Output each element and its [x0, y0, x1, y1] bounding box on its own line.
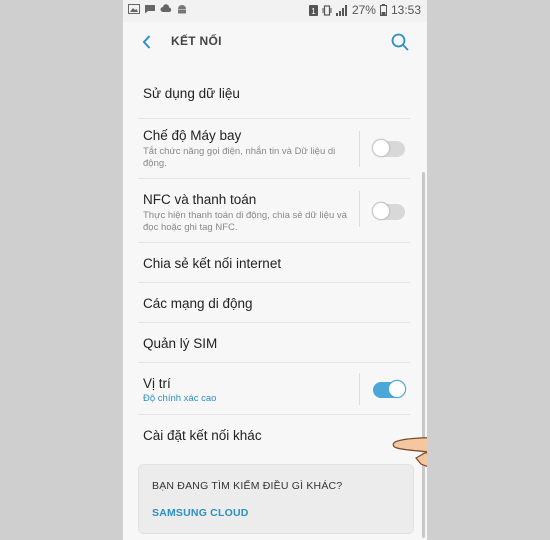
location-toggle[interactable] [373, 380, 406, 398]
samsung-cloud-link[interactable]: SAMSUNG CLOUD [152, 507, 249, 519]
item-label: Quản lý SIM [143, 336, 218, 351]
item-label: Các mạng di động [143, 296, 253, 311]
item-label: Sử dụng dữ liệu [143, 86, 240, 101]
data-icon: 1 [308, 4, 318, 16]
app-bar: KẾT NỐI [123, 22, 427, 62]
image-icon [128, 4, 140, 14]
list-item-mobile-networks[interactable]: Các mạng di động [123, 283, 427, 323]
list-item-more-connection-settings[interactable]: Cài đặt kết nối khác [123, 415, 427, 455]
item-subtitle: Độ chính xác cao [143, 393, 217, 404]
toggle-knob [372, 202, 390, 220]
vibrate-icon [322, 4, 332, 16]
chat-icon [145, 5, 155, 14]
toggle-knob [388, 380, 406, 398]
android-icon [178, 5, 186, 14]
vertical-separator [359, 131, 360, 167]
pointing-hand-icon [392, 437, 427, 468]
page-title: KẾT NỐI [171, 34, 222, 48]
status-left-icons [128, 4, 188, 14]
phone-screen: 1 27% 13:53 KẾT NỐI Sử dụng dữ liệu Chế … [123, 0, 427, 540]
item-subtitle: Tắt chức năng gọi điện, nhắn tin và Dữ l… [143, 146, 336, 169]
suggestion-card: BẠN ĐANG TÌM KIẾM ĐIỀU GÌ KHÁC? SAMSUNG … [138, 464, 414, 534]
list-item-data-usage[interactable]: Sử dụng dữ liệu [123, 62, 427, 118]
vertical-separator [359, 373, 360, 405]
status-bar: 1 27% 13:53 [123, 0, 427, 22]
clock: 13:53 [390, 3, 421, 17]
svg-text:1: 1 [311, 7, 316, 16]
nfc-toggle[interactable] [372, 202, 405, 220]
list-item-sim-manager[interactable]: Quản lý SIM [123, 323, 427, 363]
cloud-icon [160, 4, 172, 12]
status-right: 1 27% 13:53 [308, 3, 421, 17]
airplane-mode-toggle[interactable] [372, 139, 405, 157]
battery-percent: 27% [351, 3, 376, 17]
list-item-tethering[interactable]: Chia sẻ kết nối internet [123, 243, 427, 283]
signal-icon [335, 4, 347, 16]
item-label: NFC và thanh toán [143, 192, 257, 207]
card-title: BẠN ĐANG TÌM KIẾM ĐIỀU GÌ KHÁC? [152, 480, 343, 492]
toggle-knob [372, 139, 390, 157]
item-subtitle: Thực hiện thanh toán di động, chia sẻ dữ… [143, 210, 347, 233]
battery-icon [379, 4, 387, 16]
back-arrow-icon[interactable] [137, 32, 157, 52]
item-label: Chia sẻ kết nối internet [143, 256, 282, 271]
item-label: Vị trí [143, 376, 171, 391]
list-item-airplane-mode[interactable]: Chế độ Máy bay Tắt chức năng gọi điện, n… [123, 119, 427, 179]
item-label: Cài đặt kết nối khác [143, 428, 262, 443]
vertical-separator [359, 191, 360, 227]
item-label: Chế độ Máy bay [143, 128, 242, 143]
search-icon[interactable] [389, 31, 411, 53]
list-item-nfc-payment[interactable]: NFC và thanh toán Thực hiện thanh toán d… [123, 179, 427, 239]
list-item-location[interactable]: Vị trí Độ chính xác cao [123, 363, 427, 415]
